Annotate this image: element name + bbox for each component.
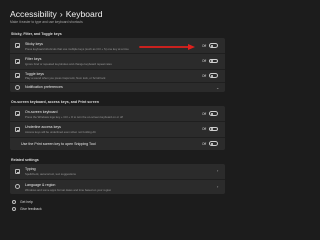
keyboard-icon <box>15 43 20 48</box>
filter-keys-desc: Ignore brief or repeated keystrokes and … <box>25 62 112 66</box>
keyboard-icon <box>15 126 20 132</box>
print-screen-title: Use the Print screen key to open Snippin… <box>21 141 96 146</box>
feedback-icon <box>12 207 16 211</box>
underline-access-keys-title: Underline access keys <box>25 125 61 129</box>
breadcrumb-keyboard: Keyboard <box>65 9 103 19</box>
filter-keys-title: Filter keys <box>25 57 42 61</box>
keyboard-icon <box>15 111 20 116</box>
toggle-keys-row[interactable]: Toggle keys Play a sound when you press … <box>10 69 225 82</box>
get-help-link[interactable]: Get help <box>12 200 33 204</box>
give-feedback-label: Give feedback <box>20 207 42 211</box>
notification-preferences-title: Notification preferences <box>25 85 63 90</box>
keyboard-icon <box>15 58 20 64</box>
sticky-keys-title: Sticky keys <box>25 41 43 46</box>
typing-desc: Spellcheck, autocorrect, text suggestion… <box>25 172 76 176</box>
globe-icon <box>15 184 20 189</box>
toggle-keys-title: Toggle keys <box>25 71 44 76</box>
sticky-keys-state: Off <box>202 43 207 48</box>
section-label-onscreen: On-screen keyboard, access keys, and Pri… <box>11 100 99 104</box>
onscreen-keyboard-title: On-screen keyboard <box>25 109 58 114</box>
underline-access-keys-desc: Access keys will be underlined even when… <box>25 130 96 134</box>
language-region-title: Language & region <box>25 182 56 187</box>
keyboard-icon <box>15 73 20 78</box>
print-screen-toggle[interactable] <box>209 141 218 146</box>
chevron-right-icon: › <box>59 9 63 19</box>
get-help-label: Get help <box>20 200 33 204</box>
onscreen-keyboard-state: Off <box>202 111 207 116</box>
onscreen-keyboard-toggle[interactable] <box>209 111 218 116</box>
page-title: Accessibility › Keyboard <box>10 9 102 19</box>
language-region-row[interactable]: Language & region Windows and some apps … <box>10 179 225 194</box>
chevron-right-icon: › <box>217 183 219 189</box>
underline-access-keys-state: Off <box>202 127 207 131</box>
filter-keys-toggle[interactable] <box>209 58 218 64</box>
keyboard-icon <box>15 168 20 174</box>
toggle-keys-state: Off <box>202 73 207 78</box>
sticky-keys-toggle[interactable] <box>209 43 218 48</box>
help-icon <box>12 200 16 204</box>
annotation-arrow-icon <box>139 44 195 50</box>
filter-keys-state: Off <box>202 59 207 63</box>
typing-row[interactable]: Typing Spellcheck, autocorrect, text sug… <box>10 164 225 179</box>
print-screen-row[interactable]: Use the Print screen key to open Snippin… <box>10 137 225 150</box>
onscreen-keyboard-desc: Press the Windows logo key + Ctrl + O to… <box>25 114 123 119</box>
related-settings-card: Typing Spellcheck, autocorrect, text sug… <box>10 164 225 194</box>
onscreen-card: On-screen keyboard Press the Windows log… <box>10 106 225 150</box>
chevron-down-icon: ⌄ <box>216 84 220 90</box>
settings-page: Accessibility › Keyboard Make it easier … <box>0 0 235 219</box>
print-screen-state: Off <box>202 141 207 146</box>
onscreen-keyboard-row[interactable]: On-screen keyboard Press the Windows log… <box>10 106 225 121</box>
notification-preferences-row[interactable]: Notification preferences ⌄ <box>10 83 225 93</box>
section-label-related: Related settings <box>11 158 39 162</box>
typing-title: Typing <box>25 167 36 171</box>
underline-access-keys-row[interactable]: Underline access keys Access keys will b… <box>10 122 225 137</box>
page-subtitle: Make it easier to type and use keyboard … <box>10 20 83 24</box>
underline-access-keys-toggle[interactable] <box>209 126 218 132</box>
filter-keys-row[interactable]: Filter keys Ignore brief or repeated key… <box>10 54 225 69</box>
breadcrumb-accessibility[interactable]: Accessibility <box>10 9 57 19</box>
language-region-desc: Windows and some apps format dates and t… <box>25 187 112 192</box>
section-label-sticky: Sticky, Filter, and Toggle keys <box>11 32 62 36</box>
sticky-keys-desc: Press keyboard shortcuts that use multip… <box>25 46 129 51</box>
give-feedback-link[interactable]: Give feedback <box>12 207 42 211</box>
bell-icon <box>15 84 20 90</box>
toggle-keys-desc: Play a sound when you press Caps lock, N… <box>25 76 106 81</box>
chevron-right-icon: › <box>217 168 219 173</box>
toggle-keys-toggle[interactable] <box>209 73 218 78</box>
